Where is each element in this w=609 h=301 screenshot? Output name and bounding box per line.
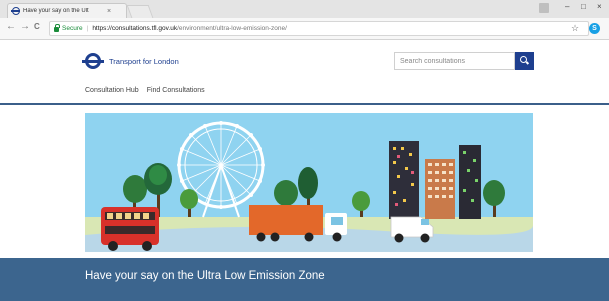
search-input[interactable] [394,52,515,70]
address-bar-row: ← → C Secure | https://consultations.tfl… [0,18,609,40]
user-profile-icon[interactable] [539,3,549,13]
url-path: /environment/ultra-low-emission-zone/ [177,25,287,32]
new-tab-button[interactable] [126,5,154,18]
hero-illustration [85,113,533,252]
url-host: https://consultations.tfl.gov.uk [92,25,178,32]
header-divider [0,103,609,105]
nav-link-find-consultations[interactable]: Find Consultations [147,87,205,94]
tab-title: Have your say on the Ult [23,8,89,14]
page-title: Have your say on the Ultra Low Emission … [85,270,325,282]
browser-tab-bar: Have your say on the Ult × – □ × [0,0,609,18]
url-field[interactable]: Secure | https://consultations.tfl.gov.u… [49,21,589,36]
browser-tab[interactable]: Have your say on the Ult × [7,3,127,18]
forward-button[interactable]: → [20,21,30,32]
tfl-favicon-icon [11,7,20,15]
secure-label: Secure [62,25,83,32]
url-separator: | [86,25,89,32]
nav-link-consultation-hub[interactable]: Consultation Hub [85,87,139,94]
back-button[interactable]: ← [6,21,16,32]
lock-icon [54,24,60,32]
logo-text: Transport for London [109,56,179,66]
bus-icon [101,207,159,251]
tfl-logo[interactable]: Transport for London [82,53,179,69]
site-nav: Consultation Hub Find Consultations [85,87,205,94]
search-icon [520,56,527,63]
close-window-button[interactable]: × [597,2,602,11]
reload-button[interactable]: C [34,22,40,31]
search-form [394,52,534,70]
bookmark-star-icon[interactable]: ☆ [571,23,579,34]
search-button[interactable] [515,52,534,70]
extension-icon[interactable]: S [589,23,600,34]
tab-close-icon[interactable]: × [107,8,111,15]
roundel-icon [82,53,104,69]
minimize-button[interactable]: – [565,2,569,11]
maximize-button[interactable]: □ [581,2,586,11]
